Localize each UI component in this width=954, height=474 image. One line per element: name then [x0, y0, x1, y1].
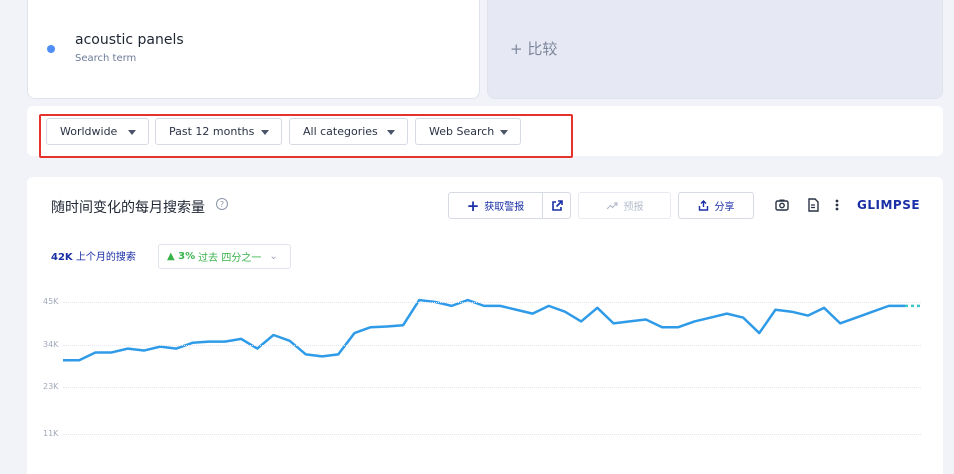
series-color-dot [47, 45, 55, 53]
filter-category-label: All categories [303, 125, 378, 138]
series-line [63, 298, 905, 362]
filter-timerange-dropdown[interactable]: Past 12 months [155, 118, 282, 145]
filter-region-dropdown[interactable]: Worldwide [46, 118, 149, 145]
filter-region-label: Worldwide [60, 125, 118, 138]
compare-label: + 比较 [510, 40, 558, 58]
filter-source-dropdown[interactable]: Web Search [415, 118, 521, 145]
y-tick-label: 45K [43, 297, 59, 306]
caret-down-icon [387, 130, 395, 135]
gridline [63, 302, 921, 303]
line-chart-svg [62, 298, 921, 362]
y-tick-label: 23K [43, 382, 59, 392]
search-term-card[interactable]: acoustic panels Search term [27, 0, 480, 99]
compare-add-button[interactable]: + 比较 [487, 0, 943, 99]
filter-category-dropdown[interactable]: All categories [289, 118, 408, 145]
filter-source-label: Web Search [429, 125, 495, 138]
filter-bar: Worldwide Past 12 months All categories … [27, 106, 943, 158]
search-term-type: Search term [75, 53, 137, 64]
caret-down-icon [261, 130, 269, 135]
y-tick-label: 11K [43, 429, 59, 438]
gridline [63, 434, 921, 435]
gridline [63, 344, 921, 346]
search-volume-chart-card: 随时间变化的每月搜索量 ? + 获取警报 预报 分享 GLIMPSE 42K 上… [27, 177, 943, 474]
caret-down-icon [128, 130, 136, 135]
filter-timerange-label: Past 12 months [169, 125, 255, 138]
search-term-name: acoustic panels [75, 32, 184, 48]
y-tick-label: 34K [43, 339, 59, 349]
caret-down-icon [500, 130, 508, 135]
gridline [63, 387, 921, 389]
